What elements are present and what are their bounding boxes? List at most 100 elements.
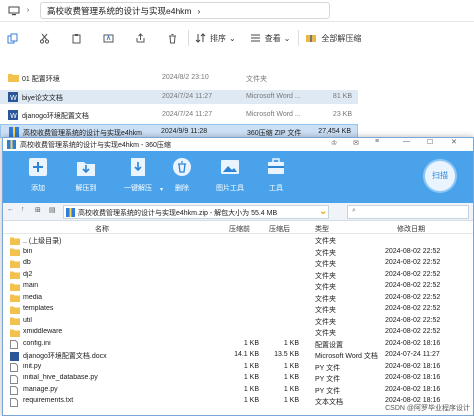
archive-row[interactable]: djanogo环境配置文档.docx 14.1 KB 13.5 KB Microsof… [3, 350, 473, 361]
header-modified[interactable]: 修改日期 [397, 224, 425, 234]
tools-button[interactable]: 工具 [253, 153, 299, 199]
share-icon[interactable] [132, 29, 148, 47]
view-button[interactable]: 查看 ⌄ [250, 29, 290, 47]
delete-icon[interactable] [164, 29, 180, 47]
view-options-icon[interactable]: ⊞ [35, 206, 41, 214]
app-logo-icon [7, 140, 16, 151]
scan-button[interactable]: 扫描 [423, 159, 457, 193]
archive-title: 高校收费管理系统的设计与实现e4hkm - 360压缩 [20, 142, 171, 149]
header-type[interactable]: 类型 [315, 224, 329, 234]
row-name: db [23, 259, 31, 266]
folder-icon [10, 329, 20, 339]
archive-row[interactable]: initial_hive_database.py 1 KB 1 KB PY 文件 202… [3, 373, 473, 384]
cut-icon[interactable] [36, 29, 52, 47]
sort-button[interactable]: 排序 ⌄ [195, 29, 236, 47]
maximize-icon[interactable]: ☐ [427, 138, 433, 146]
archive-row[interactable]: dj2 文件夹 2024-08-02 22:52 [3, 270, 473, 281]
row-type: 文本文档 [315, 399, 343, 406]
minimize-icon[interactable]: — [403, 138, 410, 145]
archive-row[interactable]: media 文件夹 2024-08-02 22:52 [3, 293, 473, 304]
close-icon[interactable]: ✕ [451, 138, 457, 146]
computer-icon[interactable] [6, 2, 22, 20]
up-folder-icon[interactable]: ↑ [21, 206, 25, 213]
archive-row[interactable]: init.py 1 KB 1 KB PY 文件 2024-08-02 18:16 [3, 362, 473, 373]
extract-to-label: 解压到 [75, 185, 97, 192]
rename-icon[interactable] [100, 29, 116, 47]
row-date: 2024-08-02 18:16 [385, 385, 441, 393]
file-size: 23 KB [332, 111, 352, 118]
header-name[interactable]: 名称 [95, 224, 109, 234]
row-type: PY 文件 [315, 364, 341, 372]
row-type: 文件夹 [315, 284, 336, 291]
skin-icon[interactable]: ♔ [331, 139, 337, 147]
archive-row[interactable]: templates 文件夹 2024-08-02 22:52 [3, 304, 473, 315]
back-arrow-icon[interactable]: ← [7, 206, 14, 213]
archive-row[interactable]: db 文件夹 2024-08-02 22:52 [3, 258, 473, 269]
row-name: main [23, 282, 39, 289]
explorer-row[interactable]: W biye论文文档 2024/7/24 11:27 Microsoft Wor… [0, 90, 358, 104]
add-label: 添加 [31, 185, 45, 192]
explorer-row[interactable]: W djanogo环境配置文档 2024/7/24 11:27 Microsof… [0, 108, 358, 122]
row-type: PY 文件 [315, 376, 341, 383]
copy-icon[interactable] [4, 29, 20, 47]
row-name: requirements.txt [23, 397, 74, 404]
row-compressed-size: 1 KB [243, 397, 259, 404]
add-button[interactable]: 添加 [15, 153, 61, 199]
view-icon [250, 34, 260, 42]
one-click-extract-icon [131, 158, 145, 176]
archive-path-text: 高校收费管理系统的设计与实现e4hkm.zip - 解包大小为 55.4 MB [78, 210, 278, 217]
row-date: 2024-08-02 22:52 [385, 293, 441, 301]
row-name: templates [23, 305, 54, 312]
add-icon [29, 158, 47, 176]
row-date: 2024-08-02 18:16 [385, 362, 441, 370]
row-original-size: 1 KB [283, 385, 299, 393]
row-type: 文件夹 [315, 330, 336, 337]
delete-icon [173, 158, 191, 176]
toolbar-divider [188, 30, 189, 46]
word-doc-icon: W [8, 110, 18, 122]
row-compressed-size: 1 KB [243, 385, 259, 393]
explorer-row-selected[interactable]: 高校收费管理系统的设计与实现e4hkm 2024/9/9 11:28 360压缩… [0, 124, 358, 138]
explorer-toolbar: 排序 ⌄ 查看 ⌄ 全部解压缩 [0, 27, 474, 49]
chevron-right-icon: › [26, 7, 30, 14]
chevron-down-icon[interactable]: ⌄ [319, 206, 327, 217]
extract-to-button[interactable]: 解压到 [63, 153, 109, 199]
row-original-size: 1 KB [283, 339, 299, 347]
row-date: 2024-08-02 22:52 [385, 305, 441, 312]
file-date: 2024/9/9 11:28 [161, 128, 208, 135]
breadcrumb-chevron-icon: › [197, 5, 201, 16]
file-date: 2024/7/24 11:27 [162, 111, 213, 118]
folder-icon [8, 73, 19, 84]
archive-row[interactable]: xmiddleware 文件夹 2024-08-02 22:52 [3, 327, 473, 338]
image-tool-label: 图片工具 [216, 185, 244, 192]
archive-column-headers: 名称 压缩前 压缩后 类型 修改日期 [3, 222, 473, 234]
archive-row[interactable]: manage.py 1 KB 1 KB PY 文件 2024-08-02 18:16 [3, 385, 473, 396]
message-icon[interactable]: ✉ [353, 139, 359, 147]
archive-row[interactable]: main 文件夹 2024-08-02 22:52 [3, 281, 473, 292]
folder-icon [10, 248, 20, 258]
archive-search-field[interactable]: ⌕ [347, 205, 469, 219]
file-type: Microsoft Word ... [246, 93, 301, 100]
row-date: 2024-08-02 22:52 [385, 316, 441, 324]
image-tool-button[interactable]: 图片工具 [207, 153, 253, 199]
extract-all-button[interactable]: 全部解压缩 [305, 29, 361, 47]
paste-icon[interactable] [68, 29, 84, 47]
row-name: .. (上级目录) [23, 238, 62, 245]
one-click-extract-button[interactable]: 一键解压 ▾ [115, 153, 163, 199]
archive-row[interactable]: util 文件夹 2024-08-02 22:52 [3, 316, 473, 327]
row-date: 2024-08-02 22:52 [385, 328, 441, 335]
explorer-row[interactable]: 01 配置环境 2024/8/2 23:10 文件夹 [0, 71, 358, 85]
list-view-icon[interactable]: ▤ [49, 206, 56, 214]
delete-button[interactable]: 删除 [159, 153, 205, 199]
address-path[interactable]: 高校收费管理系统的设计与实现e4hkm › [40, 2, 330, 19]
row-date: 2024-08-02 22:52 [385, 247, 441, 255]
header-original[interactable]: 压缩后 [269, 224, 290, 234]
extract-folder-icon [306, 35, 317, 42]
archive-row[interactable]: config.ini 1 KB 1 KB 配置设置 2024-08-02 18:16 [3, 339, 473, 350]
menu-icon[interactable]: ≡ [375, 138, 379, 145]
archive-row[interactable]: bin 文件夹 2024-08-02 22:52 [3, 247, 473, 258]
archive-path-field[interactable]: 高校收费管理系统的设计与实现e4hkm.zip - 解包大小为 55.4 MB [63, 205, 329, 219]
row-type: 文件夹 [315, 261, 336, 268]
header-compressed[interactable]: 压缩前 [229, 224, 250, 234]
archive-row[interactable]: .. (上级目录) 文件夹 [3, 235, 473, 246]
